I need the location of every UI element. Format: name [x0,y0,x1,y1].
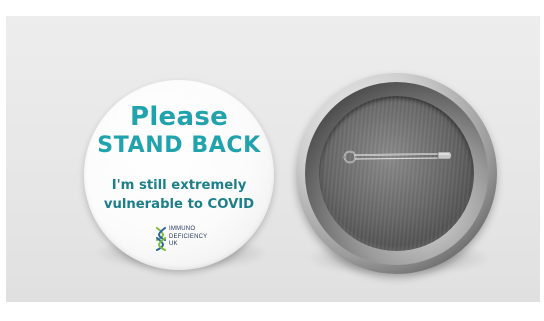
logo-text-uk: UK [169,241,178,248]
badge-front: Please STAND BACK I'm still extremely vu… [84,80,274,270]
logo-wordmark: IMMUNO DEFICIENCY UK [169,226,207,249]
badge-text-stand-back: STAND BACK [97,133,261,158]
immunodeficiency-uk-logo: IMMUNO DEFICIENCY UK [156,226,216,256]
logo-text-immuno: IMMUNO [169,226,196,232]
badge-back [296,73,497,274]
badge-text-still-extremely: I'm still extremely [111,178,247,193]
dna-helix-icon [156,227,166,251]
badge-text-vulnerable: vulnerable to COVID [103,197,255,212]
badge-text-please: Please [129,102,229,132]
badge-back-disc [319,96,474,251]
safety-pin-icon [343,150,452,164]
logo-text-deficiency: DEFICIENCY [169,233,208,240]
product-photo: Please STAND BACK I'm still extremely vu… [6,16,540,302]
